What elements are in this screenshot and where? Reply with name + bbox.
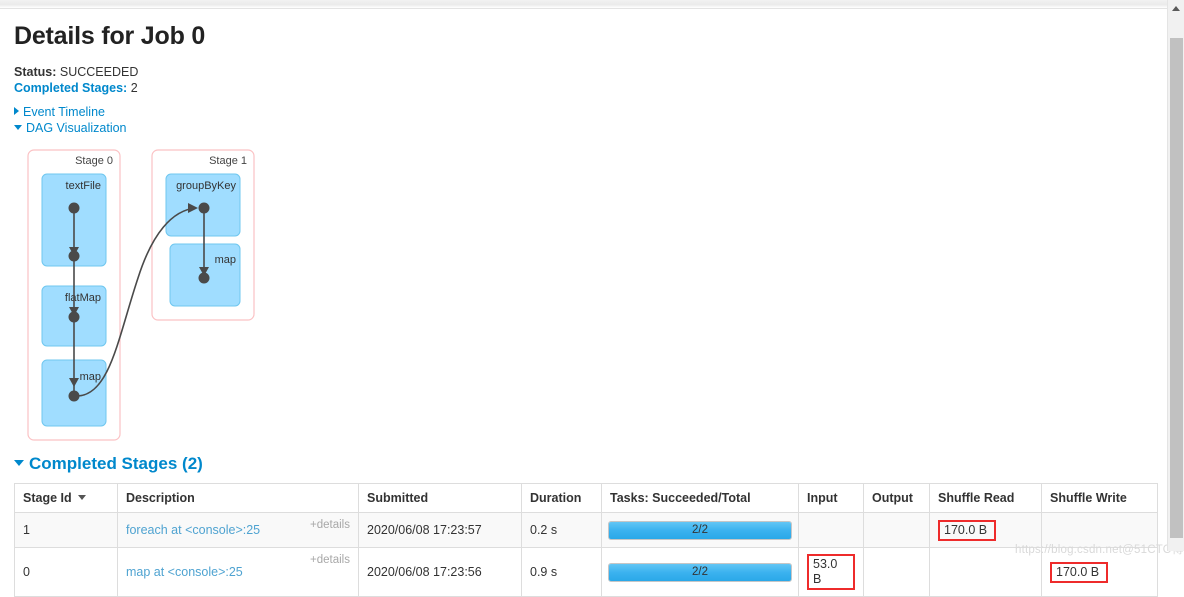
scrollbar-thumb[interactable] (1170, 38, 1183, 538)
dag-node-flatmap-label: flatMap (65, 292, 101, 304)
tasks-progress-label: 2/2 (692, 565, 708, 578)
details-toggle-link[interactable]: +details (310, 554, 350, 566)
cell-stage-id: 1 (14, 512, 118, 548)
cell-submitted: 2020/06/08 17:23:56 (358, 547, 522, 597)
stage-0-label: Stage 0 (75, 155, 113, 167)
caret-right-icon (14, 107, 19, 115)
cell-tasks: 2/2 (601, 512, 799, 548)
status-label: Status: (14, 65, 57, 79)
status-line: Status: SUCCEEDED (14, 65, 138, 79)
dag-node-textfile-label: textFile (66, 180, 101, 192)
cell-output (863, 547, 930, 597)
caret-down-icon-stages (14, 460, 24, 466)
cell-shuffle-write: 170.0 B (1041, 547, 1158, 597)
column-header-description[interactable]: Description (117, 483, 359, 513)
dag-dot-groupbykey (198, 202, 210, 214)
input-highlight: 53.0 B (807, 554, 855, 590)
cell-duration: 0.2 s (521, 512, 602, 548)
table-row: 0 map at <console>:25 +details 2020/06/0… (14, 547, 1158, 597)
caret-down-icon (14, 125, 22, 130)
cell-input: 53.0 B (798, 547, 864, 597)
completed-stages-section-toggle[interactable]: Completed Stages (2) (14, 454, 203, 474)
dag-node-groupbykey-label: groupByKey (176, 180, 236, 192)
column-header-stage-id-label: Stage Id (23, 491, 72, 505)
details-toggle-link[interactable]: +details (310, 519, 350, 531)
scroll-up-arrow-icon[interactable] (1168, 0, 1184, 17)
column-header-submitted[interactable]: Submitted (358, 483, 522, 513)
column-header-tasks[interactable]: Tasks: Succeeded/Total (601, 483, 799, 513)
column-header-shuffle-write[interactable]: Shuffle Write (1041, 483, 1158, 513)
dag-dot-textfile-in (68, 250, 80, 262)
cell-output (863, 512, 930, 548)
column-header-duration[interactable]: Duration (521, 483, 602, 513)
dag-cluster-stage-1: Stage 1 groupByKey map (151, 149, 255, 321)
stage-description-link[interactable]: map at <console>:25 (126, 565, 243, 579)
status-value: SUCCEEDED (59, 65, 139, 79)
cell-shuffle-write (1041, 512, 1158, 548)
dag-visualization-toggle[interactable]: DAG Visualization (14, 121, 127, 135)
dag-dot-textfile-out (68, 202, 80, 214)
dag-visualization-panel: Stage 0 textFile flatMap map Stage 1 gro… (0, 138, 600, 448)
dag-graph: Stage 0 textFile flatMap map Stage 1 gro… (27, 149, 255, 441)
table-row: 1 foreach at <console>:25 +details 2020/… (14, 512, 1158, 548)
completed-stages-label: Completed Stages: (14, 81, 128, 95)
tasks-progress-bar: 2/2 (608, 520, 792, 540)
cell-description: map at <console>:25 +details (117, 547, 359, 597)
completed-stages-section-label: Completed Stages (2) (29, 454, 203, 473)
shuffle-write-highlight: 170.0 B (1050, 561, 1109, 583)
cell-shuffle-read (929, 547, 1042, 597)
column-header-input[interactable]: Input (798, 483, 864, 513)
completed-stages-table: Stage Id Description Submitted Duration … (14, 483, 1158, 597)
dag-node-map-stage0-label: map (80, 371, 101, 383)
event-timeline-label: Event Timeline (23, 105, 105, 119)
tasks-progress-bar: 2/2 (608, 562, 792, 582)
dag-visualization-label: DAG Visualization (26, 121, 127, 135)
cell-shuffle-read: 170.0 B (929, 512, 1042, 548)
cell-submitted: 2020/06/08 17:23:57 (358, 512, 522, 548)
column-header-shuffle-read[interactable]: Shuffle Read (929, 483, 1042, 513)
dag-dot-map-stage1 (198, 272, 210, 284)
sort-descending-icon (77, 495, 86, 500)
cell-duration: 0.9 s (521, 547, 602, 597)
completed-stages-value: 2 (130, 81, 138, 95)
dag-dot-map-stage0 (68, 390, 80, 402)
dag-dot-flatmap (68, 311, 80, 323)
tasks-progress-label: 2/2 (692, 523, 708, 536)
event-timeline-toggle[interactable]: Event Timeline (14, 105, 105, 119)
stage-description-link[interactable]: foreach at <console>:25 (126, 523, 260, 537)
dag-cluster-stage-0: Stage 0 textFile flatMap map (27, 149, 121, 441)
vertical-scrollbar[interactable] (1167, 0, 1184, 551)
completed-stages-line: Completed Stages: 2 (14, 81, 138, 95)
cell-tasks: 2/2 (601, 547, 799, 597)
cell-stage-id: 0 (14, 547, 118, 597)
page-title: Details for Job 0 (14, 22, 206, 50)
cell-description: foreach at <console>:25 +details (117, 512, 359, 548)
job-details-page: Details for Job 0 Status: SUCCEEDED Comp… (0, 8, 1184, 597)
stage-1-label: Stage 1 (209, 155, 247, 167)
cell-input (798, 512, 864, 548)
shuffle-read-highlight: 170.0 B (938, 519, 997, 541)
dag-node-map-stage1-label: map (215, 254, 236, 266)
column-header-stage-id[interactable]: Stage Id (14, 483, 118, 513)
table-header-row: Stage Id Description Submitted Duration … (14, 483, 1158, 513)
column-header-output[interactable]: Output (863, 483, 930, 513)
